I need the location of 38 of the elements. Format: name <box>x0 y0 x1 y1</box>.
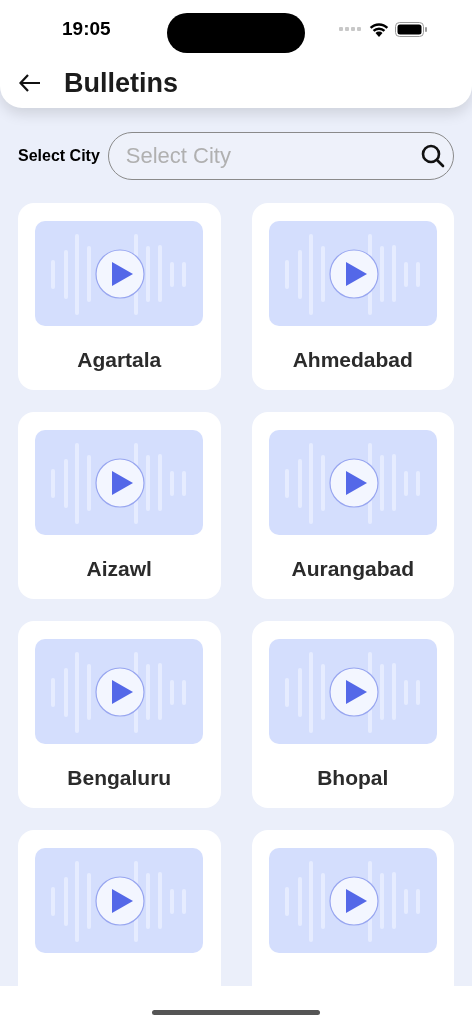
status-time: 19:05 <box>62 16 111 41</box>
play-icon[interactable] <box>329 458 379 508</box>
page-title: Bulletins <box>64 66 178 100</box>
play-icon[interactable] <box>95 458 145 508</box>
wifi-icon <box>369 21 389 37</box>
search-icon[interactable] <box>420 143 446 169</box>
home-indicator[interactable] <box>152 1009 320 1015</box>
city-name: Bengaluru <box>67 765 172 791</box>
audio-thumbnail[interactable] <box>35 848 204 953</box>
play-icon[interactable] <box>329 667 379 717</box>
play-icon[interactable] <box>95 876 145 926</box>
signal-icon <box>339 27 363 31</box>
city-name: Bhopal <box>317 765 389 791</box>
city-name: Aurangabad <box>291 556 414 582</box>
city-card[interactable]: Bengaluru <box>18 621 221 808</box>
city-card[interactable]: Ahmedabad <box>251 203 454 390</box>
audio-thumbnail[interactable] <box>35 221 204 326</box>
back-arrow-icon <box>19 74 41 92</box>
city-card[interactable]: Aizawl <box>18 412 221 599</box>
city-name: Ahmedabad <box>292 347 413 373</box>
city-card[interactable]: Agartala <box>18 203 221 390</box>
city-name: Aizawl <box>86 556 152 582</box>
city-search-field[interactable]: Select City <box>107 132 454 180</box>
play-icon[interactable] <box>329 249 379 299</box>
audio-thumbnail[interactable] <box>35 639 204 744</box>
audio-thumbnail[interactable] <box>268 848 437 953</box>
battery-icon <box>395 21 428 37</box>
play-icon[interactable] <box>95 249 145 299</box>
audio-thumbnail[interactable] <box>268 430 437 535</box>
city-card[interactable]: Bhopal <box>251 621 454 808</box>
audio-thumbnail[interactable] <box>268 639 437 744</box>
play-icon[interactable] <box>329 876 379 926</box>
select-city-label: Select City <box>18 146 100 166</box>
city-card[interactable]: Aurangabad <box>251 412 454 599</box>
city-name: Agartala <box>77 347 162 373</box>
play-icon[interactable] <box>95 667 145 717</box>
audio-thumbnail[interactable] <box>268 221 437 326</box>
audio-thumbnail[interactable] <box>35 430 204 535</box>
